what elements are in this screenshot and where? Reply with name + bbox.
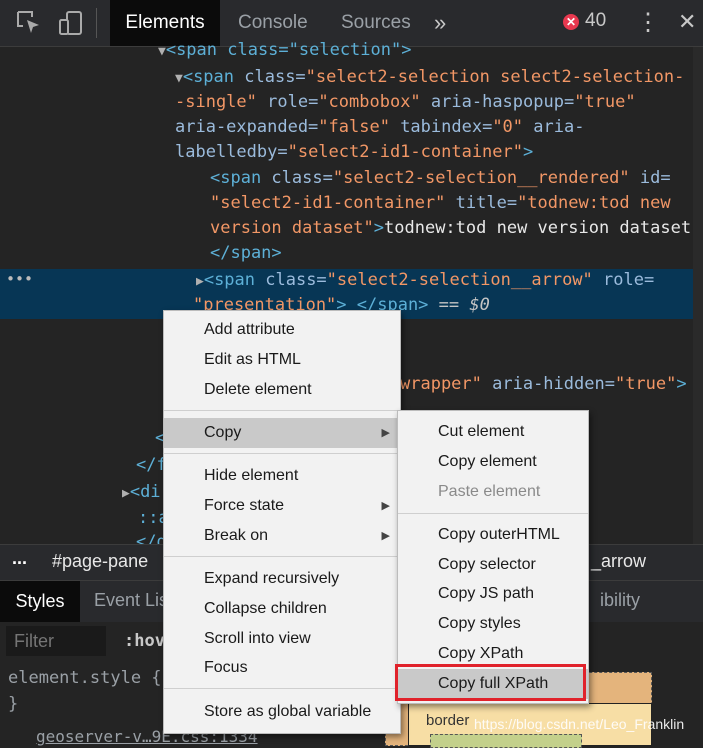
- device-toggle-icon[interactable]: [56, 8, 86, 38]
- menu-item-paste-element[interactable]: Paste element: [398, 477, 588, 507]
- dom-node-line-selected[interactable]: ▶<span class="select2-selection__arrow" …: [196, 268, 654, 293]
- dom-node-line-cont: version dataset">todnew:tod new version …: [210, 218, 692, 238]
- expanded-triangle-icon[interactable]: ▼: [175, 71, 183, 86]
- dom-node-line[interactable]: wrapper" aria-hidden="true">: [400, 372, 687, 397]
- menu-separator: [398, 513, 588, 514]
- menu-item-copy[interactable]: Copy ▶: [164, 418, 400, 448]
- kebab-menu-icon[interactable]: ⋮: [636, 8, 660, 37]
- dom-node-line-cont: aria-expanded="false" tabindex="0" aria-: [175, 117, 585, 137]
- highlight-annotation-box: [395, 664, 586, 701]
- breadcrumb-item[interactable]: #page-pane: [52, 551, 148, 572]
- box-model-padding: [430, 734, 582, 748]
- submenu-arrow-icon: ▶: [381, 427, 390, 439]
- breadcrumb-item[interactable]: _arrow: [591, 551, 646, 572]
- menu-item-force-state-label: Force state: [204, 497, 285, 514]
- copy-submenu: Cut element Copy element Paste element C…: [397, 410, 589, 704]
- menu-item-focus[interactable]: Focus: [164, 653, 400, 683]
- menu-item-cut-element[interactable]: Cut element: [398, 417, 588, 447]
- menu-item-hide-element[interactable]: Hide element: [164, 461, 400, 491]
- context-menu: Add attribute Edit as HTML Delete elemen…: [163, 310, 401, 734]
- close-icon[interactable]: ✕: [678, 9, 696, 35]
- collapsed-triangle-icon[interactable]: ▶: [122, 486, 130, 501]
- menu-item-copy-js-path[interactable]: Copy JS path: [398, 579, 588, 609]
- breadcrumb-overflow[interactable]: ...: [12, 548, 27, 569]
- submenu-arrow-icon: ▶: [381, 530, 390, 542]
- menu-separator: [164, 688, 400, 689]
- submenu-arrow-icon: ▶: [381, 500, 390, 512]
- box-model-border-label: border: [426, 712, 470, 729]
- menu-item-copy-outerhtml[interactable]: Copy outerHTML: [398, 520, 588, 550]
- menu-item-copy-selector[interactable]: Copy selector: [398, 550, 588, 580]
- menu-item-store-as-global-variable[interactable]: Store as global variable: [164, 697, 400, 727]
- node-options-icon[interactable]: •••: [6, 270, 33, 288]
- dom-node-line-cont: labelledby="select2-id1-container">: [175, 142, 534, 162]
- tab-styles[interactable]: Styles: [0, 581, 80, 622]
- dom-node-line-cont: "select2-id1-container" title="todnew:to…: [210, 193, 671, 213]
- expanded-triangle-icon[interactable]: ▼: [158, 44, 166, 59]
- menu-item-break-on[interactable]: Break on ▶: [164, 521, 400, 551]
- watermark: https://blog.csdn.net/Leo_Franklin: [474, 716, 685, 732]
- menu-item-expand-recursively[interactable]: Expand recursively: [164, 564, 400, 594]
- menu-item-edit-as-html[interactable]: Edit as HTML: [164, 345, 400, 375]
- error-icon[interactable]: ✕: [563, 14, 579, 30]
- element-style-rule[interactable]: element.style {: [8, 668, 162, 688]
- dom-node-line[interactable]: ▼<span class="selection">: [158, 38, 411, 63]
- menu-item-collapse-children[interactable]: Collapse children: [164, 594, 400, 624]
- scrollbar[interactable]: [693, 47, 703, 544]
- dom-node-line[interactable]: <span class="select2-selection__rendered…: [210, 166, 671, 191]
- menu-item-copy-element[interactable]: Copy element: [398, 447, 588, 477]
- menu-item-break-on-label: Break on: [204, 527, 269, 544]
- menu-item-copy-label: Copy: [204, 424, 242, 441]
- dom-node-line-cont: -single" role="combobox" aria-haspopup="…: [175, 92, 636, 112]
- inspect-element-icon[interactable]: [14, 8, 44, 38]
- tab-accessibility[interactable]: ibility: [600, 590, 640, 611]
- menu-item-delete-element[interactable]: Delete element: [164, 375, 400, 405]
- collapsed-triangle-icon[interactable]: ▶: [196, 274, 204, 289]
- dom-node-close[interactable]: </span>: [210, 241, 282, 266]
- rule-close-brace: }: [8, 694, 19, 714]
- styles-filter-input[interactable]: [6, 626, 106, 656]
- dom-node-line[interactable]: ▶<di: [122, 480, 161, 505]
- menu-separator: [164, 410, 400, 411]
- menu-item-force-state[interactable]: Force state ▶: [164, 491, 400, 521]
- more-tabs-icon[interactable]: »: [434, 0, 446, 46]
- error-count[interactable]: 40: [585, 10, 606, 32]
- menu-separator: [164, 556, 400, 557]
- menu-item-add-attribute[interactable]: Add attribute: [164, 315, 400, 345]
- menu-item-scroll-into-view[interactable]: Scroll into view: [164, 624, 400, 654]
- menu-item-copy-styles[interactable]: Copy styles: [398, 609, 588, 639]
- tab-event-listeners[interactable]: Event Lis: [94, 590, 168, 611]
- dom-node-line[interactable]: ▼<span class="select2-selection select2-…: [175, 65, 684, 90]
- hover-state-toggle[interactable]: :hov: [124, 631, 165, 651]
- menu-separator: [164, 453, 400, 454]
- toolbar-divider: [96, 8, 97, 38]
